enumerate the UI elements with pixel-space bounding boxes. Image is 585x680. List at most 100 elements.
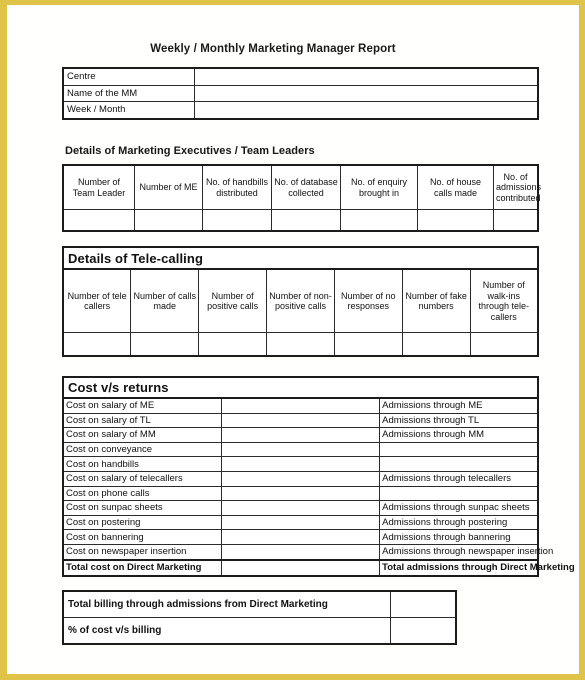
cost-value-cell[interactable] <box>220 441 381 458</box>
table-row: Cost on salary of telecallers Admissions… <box>61 470 540 487</box>
table-header-row: Number of tele callers Number of calls m… <box>62 268 539 333</box>
return-label: Admissions through TL <box>379 412 540 429</box>
centre-value-cell[interactable] <box>194 67 539 86</box>
me-header-handbills: No. of handbills distributed <box>202 164 272 210</box>
name-of-mm-label: Name of the MM <box>62 84 195 102</box>
return-label: Admissions through postering <box>379 514 540 531</box>
return-label: Admissions through bannering <box>379 529 540 545</box>
me-value-number-me[interactable] <box>134 209 203 232</box>
me-header-enquiry: No. of enquiry brought in <box>340 164 418 210</box>
total-billing-label: Total billing through admissions from Di… <box>62 590 391 618</box>
week-month-label: Week / Month <box>62 101 195 119</box>
tele-value-calls-made[interactable] <box>130 332 200 357</box>
cost-value-cell[interactable] <box>220 500 381 516</box>
return-label: Admissions through sunpac sheets <box>379 500 540 516</box>
table-row: Cost on bannering Admissions through ban… <box>61 529 540 545</box>
table-row: Cost on sunpac sheets Admissions through… <box>61 500 540 516</box>
table-row: Cost on phone calls <box>61 485 540 502</box>
table-row: Cost on salary of MM Admissions through … <box>61 427 540 443</box>
table-row: Cost on newspaper insertion Admissions t… <box>61 543 553 561</box>
table-row: Cost on salary of TL Admissions through … <box>61 412 540 429</box>
cost-value-cell[interactable] <box>220 543 381 561</box>
tele-value-fake-numbers[interactable] <box>401 332 471 357</box>
tele-calling-heading-row: Details of Tele-calling <box>62 246 539 270</box>
cost-value-cell[interactable] <box>220 470 381 487</box>
cost-value-cell[interactable] <box>220 456 381 472</box>
tele-value-walk-ins[interactable] <box>469 332 539 357</box>
tele-header-walk-ins: Number of walk-ins through tele-callers <box>469 268 539 333</box>
tele-header-calls-made: Number of calls made <box>130 268 200 333</box>
me-value-house-calls[interactable] <box>417 209 494 232</box>
return-label: Admissions through telecallers <box>379 470 540 487</box>
centre-info-table: Centre Name of the MM Week / Month <box>62 67 539 120</box>
tele-calling-heading: Details of Tele-calling <box>62 246 539 270</box>
return-label: Admissions through ME <box>379 397 540 414</box>
return-label <box>379 441 540 458</box>
tele-value-no-responses[interactable] <box>333 332 403 357</box>
me-header-house-calls: No. of house calls made <box>417 164 494 210</box>
cost-value-cell[interactable] <box>220 514 381 531</box>
cost-label: Cost on handbills <box>61 456 222 472</box>
table-header-row: Number of Team Leader Number of ME No. o… <box>62 164 541 210</box>
me-header-admissions: No. of admissions contributed <box>493 164 541 210</box>
cost-label: Cost on sunpac sheets <box>61 500 222 516</box>
page-inner: Weekly / Monthly Marketing Manager Repor… <box>7 5 579 674</box>
marketing-executives-heading: Details of Marketing Executives / Team L… <box>65 145 315 157</box>
table-row: Cost on postering Admissions through pos… <box>61 514 540 531</box>
tele-value-tele-callers[interactable] <box>62 332 132 357</box>
me-header-team-leader: Number of Team Leader <box>62 164 135 210</box>
tele-value-positive-calls[interactable] <box>198 332 268 357</box>
page-frame: Weekly / Monthly Marketing Manager Repor… <box>0 0 585 680</box>
total-admissions-label: Total admissions through Direct Marketin… <box>379 558 575 577</box>
cost-label: Cost on bannering <box>61 529 222 545</box>
me-header-number-me: Number of ME <box>134 164 203 210</box>
cost-vs-returns-heading: Cost v/s returns <box>62 376 539 399</box>
total-billing-value-cell[interactable] <box>390 590 457 618</box>
cost-value-cell[interactable] <box>220 529 381 545</box>
tele-header-positive-calls: Number of positive calls <box>198 268 268 333</box>
me-value-enquiry[interactable] <box>340 209 418 232</box>
cost-value-cell[interactable] <box>220 427 381 443</box>
cost-label: Cost on salary of MM <box>61 427 222 443</box>
total-cost-value-cell[interactable] <box>220 558 381 577</box>
cost-label: Cost on newspaper insertion <box>61 543 222 561</box>
percent-cost-billing-label: % of cost v/s billing <box>62 617 391 645</box>
table-row: Cost on handbills <box>61 456 540 472</box>
me-value-team-leader[interactable] <box>62 209 135 232</box>
me-value-handbills[interactable] <box>202 209 272 232</box>
me-value-admissions[interactable] <box>493 209 539 232</box>
cost-label: Cost on salary of ME <box>61 397 222 414</box>
cost-label: Cost on salary of telecallers <box>61 470 222 487</box>
table-row: Name of the MM <box>62 84 539 102</box>
table-row: % of cost v/s billing <box>62 617 457 645</box>
name-of-mm-value-cell[interactable] <box>194 84 539 102</box>
table-row: Cost on conveyance <box>61 441 540 458</box>
percent-cost-billing-value-cell[interactable] <box>390 617 457 645</box>
cost-label: Cost on salary of TL <box>61 412 222 429</box>
table-row: Week / Month <box>62 101 539 119</box>
table-row: Centre <box>62 67 539 86</box>
me-header-database: No. of database collected <box>271 164 341 210</box>
tele-header-no-responses: Number of no responses <box>333 268 403 333</box>
cost-label: Cost on conveyance <box>61 441 222 458</box>
return-label <box>379 456 540 472</box>
tele-header-fake-numbers: Number of fake numbers <box>401 268 471 333</box>
page-title: Weekly / Monthly Marketing Manager Repor… <box>150 43 396 55</box>
tele-value-non-positive-calls[interactable] <box>266 332 335 357</box>
table-row: Total billing through admissions from Di… <box>62 590 457 618</box>
cost-label: Cost on phone calls <box>61 485 222 502</box>
report-document: Weekly / Monthly Marketing Manager Repor… <box>9 7 581 676</box>
tele-header-non-positive-calls: Number of non-positive calls <box>266 268 335 333</box>
cost-vs-returns-table: Cost v/s returns Cost on salary of ME Ad… <box>61 376 575 577</box>
centre-label: Centre <box>62 67 195 86</box>
return-label: Admissions through MM <box>379 427 540 443</box>
total-row: Total cost on Direct Marketing Total adm… <box>61 558 575 577</box>
cost-value-cell[interactable] <box>220 412 381 429</box>
tele-calling-table: Details of Tele-calling Number of tele c… <box>62 246 539 357</box>
week-month-value-cell[interactable] <box>194 101 539 119</box>
cost-vs-returns-heading-row: Cost v/s returns <box>62 376 539 399</box>
total-cost-label: Total cost on Direct Marketing <box>61 558 222 577</box>
cost-value-cell[interactable] <box>220 397 381 414</box>
me-value-database[interactable] <box>271 209 341 232</box>
cost-value-cell[interactable] <box>220 485 381 502</box>
